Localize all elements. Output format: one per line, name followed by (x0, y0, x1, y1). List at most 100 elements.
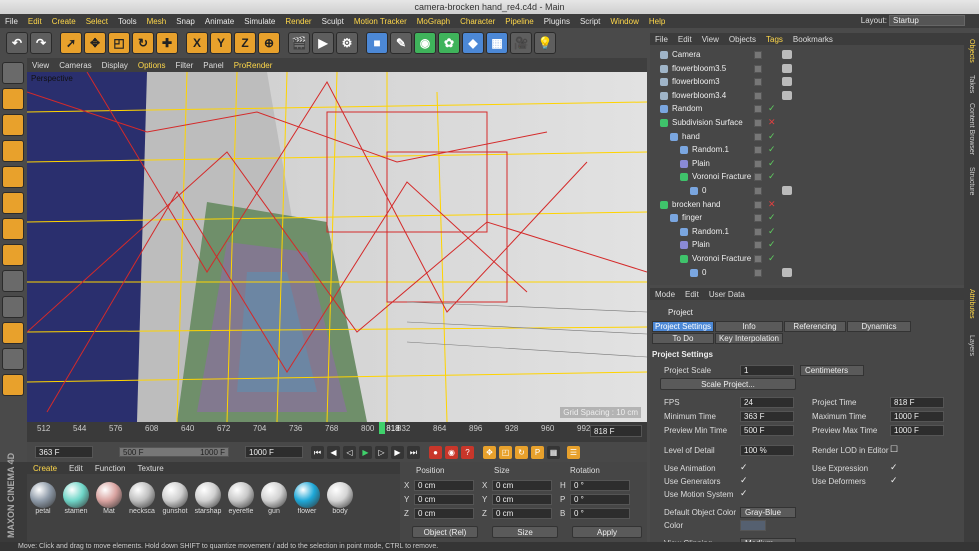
project-scale-unit[interactable]: Centimeters (800, 365, 864, 376)
object-row[interactable]: flowerbloom3.5 (650, 62, 964, 75)
visibility-toggle[interactable] (754, 214, 762, 223)
menu-mesh[interactable]: Mesh (142, 17, 172, 26)
rotate-icon[interactable]: ↻ (132, 32, 154, 54)
viewport-3d[interactable]: Perspective Grid Spacing : 10 cm (27, 72, 647, 422)
snap-icon[interactable] (2, 296, 24, 318)
material-swatch[interactable]: gun (260, 482, 288, 515)
material-swatch[interactable]: eyerefle (227, 482, 255, 515)
position-key-icon[interactable]: ✥ (483, 446, 496, 459)
visibility-toggle[interactable] (754, 51, 762, 59)
visibility-toggle[interactable] (754, 119, 762, 127)
make-editable-icon[interactable] (2, 62, 24, 84)
enable-toggle[interactable]: ✓ (768, 157, 776, 170)
scale-key-icon[interactable]: ◰ (499, 446, 512, 459)
material-menu-texture[interactable]: Texture (132, 464, 170, 473)
fps-field[interactable]: 24 (740, 397, 794, 408)
object-row[interactable]: flowerbloom3.4 (650, 89, 964, 102)
enable-toggle[interactable]: ✓ (768, 252, 776, 265)
attr-menu-edit[interactable]: Edit (680, 290, 704, 299)
color-swatch[interactable] (740, 520, 766, 531)
redo-icon[interactable]: ↷ (30, 32, 52, 54)
visibility-toggle[interactable] (754, 78, 762, 87)
use-deformers-checkbox[interactable]: ✓ (890, 475, 898, 486)
visibility-toggle[interactable] (754, 105, 762, 114)
object-menu-edit[interactable]: Edit (673, 35, 697, 44)
array-icon[interactable]: ✿ (438, 32, 460, 54)
pen-icon[interactable]: ✎ (390, 32, 412, 54)
enable-toggle[interactable]: ✓ (768, 225, 776, 238)
enable-toggle[interactable]: ✓ (768, 170, 776, 183)
render-picture-viewer-icon[interactable]: ▶ (312, 32, 334, 54)
material-swatch[interactable]: Mat (95, 482, 123, 515)
menu-plugins[interactable]: Plugins (539, 17, 575, 26)
visibility-toggle[interactable] (754, 91, 762, 100)
visibility-toggle[interactable] (754, 64, 762, 73)
scale-project-button[interactable]: Scale Project... (660, 378, 796, 390)
preview-range-slider[interactable]: 500 F 1000 F (119, 447, 229, 457)
material-swatch[interactable]: flower (293, 482, 321, 515)
use-generators-checkbox[interactable]: ✓ (740, 475, 748, 486)
object-row[interactable]: Voronoi Fracture ✓ (650, 170, 964, 183)
object-row[interactable]: Camera (650, 48, 964, 61)
object-tag-icon[interactable] (782, 186, 792, 195)
rotation-field[interactable]: 0 ° (570, 494, 630, 505)
symmetry-icon[interactable] (2, 374, 24, 396)
object-menu-view[interactable]: View (697, 35, 724, 44)
size-mode-select[interactable]: Size (492, 526, 558, 538)
object-row[interactable]: brocken hand ✕ (650, 198, 964, 211)
start-frame-field[interactable]: 363 F (35, 446, 93, 458)
render-lod-checkbox[interactable]: ☐ (890, 444, 898, 455)
tab-project-settings[interactable]: Project Settings (652, 321, 714, 332)
viewport-menu-filter[interactable]: Filter (170, 61, 198, 70)
object-tag-icon[interactable] (782, 90, 792, 100)
go-to-end-icon[interactable]: ⏭ (407, 446, 420, 459)
enable-toggle[interactable]: ✓ (768, 102, 776, 115)
visibility-toggle[interactable] (754, 173, 762, 182)
material-swatch[interactable]: stamen (62, 482, 90, 515)
material-swatch[interactable]: petal (29, 482, 57, 515)
visibility-toggle[interactable] (754, 187, 762, 195)
side-tab-structure[interactable]: Structure (968, 167, 975, 195)
menu-edit[interactable]: Edit (23, 17, 47, 26)
next-key-icon[interactable]: ▶ (391, 446, 404, 459)
floor-icon[interactable]: ▦ (486, 32, 508, 54)
object-tag-icon[interactable] (782, 267, 792, 277)
scale-icon[interactable]: ◰ (108, 32, 130, 54)
prev-max-field[interactable]: 1000 F (890, 425, 944, 436)
size-field[interactable]: 0 cm (492, 494, 552, 505)
max-time-field[interactable]: 1000 F (890, 411, 944, 422)
side-tab-takes[interactable]: Takes (968, 75, 975, 93)
use-motion-checkbox[interactable]: ✓ (740, 488, 748, 499)
light-icon[interactable]: 💡 (534, 32, 556, 54)
record-icon[interactable]: ● (429, 446, 442, 459)
object-menu-tags[interactable]: Tags (761, 35, 788, 44)
rotation-field[interactable]: 0 ° (570, 508, 630, 519)
object-row[interactable]: Random.1 ✓ (650, 143, 964, 156)
object-menu-bookmarks[interactable]: Bookmarks (788, 35, 838, 44)
visibility-toggle[interactable] (754, 241, 762, 250)
apply-button[interactable]: Apply (572, 526, 642, 538)
render-view-icon[interactable]: 🎬 (288, 32, 310, 54)
object-row[interactable]: Plain ✓ (650, 238, 964, 251)
material-swatch[interactable]: necksca (128, 482, 156, 515)
object-row[interactable]: hand ✓ (650, 130, 964, 143)
object-row[interactable]: Voronoi Fracture ✓ (650, 252, 964, 265)
z-axis-button[interactable]: Z (234, 32, 256, 54)
object-row[interactable]: Random.1 ✓ (650, 225, 964, 238)
position-field[interactable]: 0 cm (414, 494, 474, 505)
viewport-menu-prorender[interactable]: ProRender (229, 61, 278, 70)
model-mode-icon[interactable] (2, 88, 24, 110)
menu-select[interactable]: Select (81, 17, 113, 26)
object-row[interactable]: 0 (650, 184, 964, 197)
end-frame-field[interactable]: 1000 F (245, 446, 303, 458)
use-animation-checkbox[interactable]: ✓ (740, 462, 748, 473)
enable-toggle[interactable]: ✕ (768, 198, 776, 211)
param-key-icon[interactable]: P (531, 446, 544, 459)
size-field[interactable]: 0 cm (492, 480, 552, 491)
side-tab-attributes[interactable]: Attributes (968, 289, 975, 319)
menu-render[interactable]: Render (280, 17, 316, 26)
rotation-key-icon[interactable]: ↻ (515, 446, 528, 459)
position-field[interactable]: 0 cm (414, 508, 474, 519)
object-row[interactable]: Random ✓ (650, 102, 964, 115)
deformer-icon[interactable]: ◆ (462, 32, 484, 54)
